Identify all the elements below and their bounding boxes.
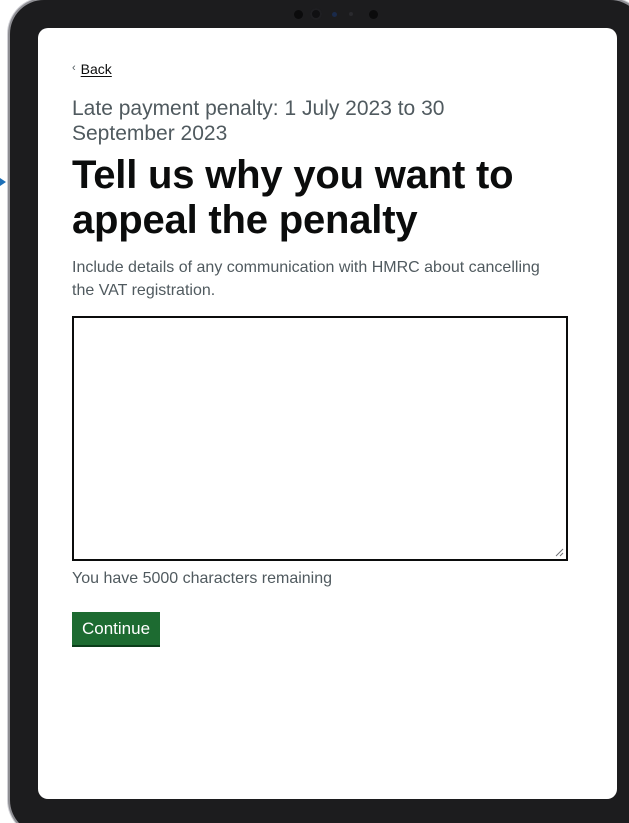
camera-lens-icon [310, 8, 322, 20]
sensor-dot-icon [349, 12, 353, 16]
back-link-label: Back [80, 60, 112, 77]
sensor-dot-icon [369, 10, 378, 19]
main-content: ‹ Back Late payment penalty: 1 July 2023… [72, 58, 572, 645]
viewport: ‹ Back Late payment penalty: 1 July 2023… [0, 0, 629, 823]
chevron-left-icon: ‹ [72, 62, 76, 74]
camera-icon [290, 7, 390, 21]
reason-textarea-wrapper [72, 315, 568, 561]
continue-button[interactable]: Continue [72, 611, 161, 645]
reason-textarea[interactable] [72, 315, 568, 561]
page-title: Tell us why you want to appeal the penal… [72, 152, 514, 242]
screen: ‹ Back Late payment penalty: 1 July 2023… [38, 28, 617, 799]
focus-marker-icon [0, 178, 8, 186]
back-link[interactable]: ‹ Back [72, 61, 112, 77]
page-caption: Late payment penalty: 1 July 2023 to 30 … [72, 96, 445, 145]
resize-grip-icon[interactable] [555, 548, 564, 557]
sensor-dot-icon [294, 10, 303, 19]
camera-indicator-icon [332, 12, 337, 17]
character-count: You have 5000 characters remaining [72, 569, 333, 587]
field-hint: Include details of any communication wit… [72, 258, 540, 299]
